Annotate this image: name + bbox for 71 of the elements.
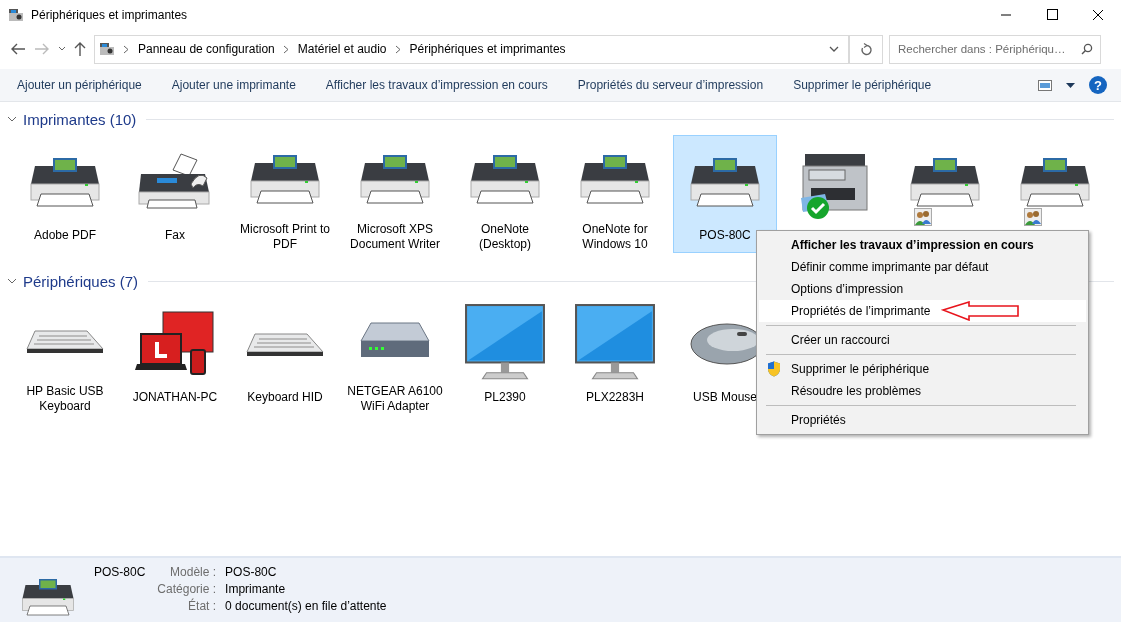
chevron-right-icon bbox=[123, 44, 130, 54]
search-field[interactable]: Rechercher dans : Périphériqu… bbox=[889, 34, 1101, 64]
view-options-icon[interactable] bbox=[1038, 79, 1052, 91]
computer-devices-icon bbox=[135, 310, 215, 378]
device-label: NETGEAR A6100 WiFi Adapter bbox=[346, 384, 444, 414]
device-tile[interactable]: HP Basic USB Keyboard bbox=[13, 297, 117, 415]
device-label: PL2390 bbox=[483, 390, 527, 405]
group-header[interactable]: Périphériques (7) bbox=[23, 272, 139, 290]
caret-down-icon[interactable] bbox=[1066, 82, 1075, 88]
menu-item[interactable]: Définir comme imprimante par défaut bbox=[759, 256, 1086, 278]
help-button[interactable]: ? bbox=[1089, 76, 1107, 94]
device-tile[interactable]: Microsoft Print to PDF bbox=[233, 135, 337, 253]
detail-label: Catégorie : bbox=[157, 582, 217, 596]
toolbar-command[interactable]: Afficher les travaux d’impression en cours bbox=[325, 78, 548, 92]
breadcrumb-item[interactable]: Matériel et audio bbox=[297, 42, 387, 56]
device-tile[interactable]: Fax bbox=[123, 135, 227, 253]
device-label: USB Mouse bbox=[692, 390, 758, 405]
device-label: Keyboard HID bbox=[246, 390, 324, 405]
detail-label: État : bbox=[187, 599, 217, 613]
device-tile[interactable]: Keyboard HID bbox=[233, 297, 337, 415]
detail-value: 0 document(s) en file d’attente bbox=[225, 599, 387, 613]
device-label: PLX2283H bbox=[584, 390, 645, 405]
device-tile[interactable]: OneNote (Desktop) bbox=[453, 135, 557, 253]
device-tile[interactable]: POS-80C bbox=[673, 135, 777, 253]
device-label: OneNote for Windows 10 bbox=[581, 222, 649, 252]
device-label: Adobe PDF bbox=[32, 228, 97, 243]
chevron-down-icon[interactable] bbox=[7, 276, 17, 286]
device-label: HP Basic USB Keyboard bbox=[25, 384, 105, 414]
device-label: Fax bbox=[164, 228, 186, 243]
device-label: Microsoft XPS Document Writer bbox=[349, 222, 441, 252]
chevron-down-icon[interactable] bbox=[58, 46, 66, 52]
device-label: OneNote (Desktop) bbox=[478, 222, 532, 252]
toolbar-command[interactable]: Ajouter un périphérique bbox=[17, 78, 142, 92]
search-icon bbox=[1081, 42, 1093, 55]
device-tile[interactable]: Microsoft XPS Document Writer bbox=[343, 135, 447, 253]
chevron-right-icon bbox=[282, 44, 290, 54]
menu-item[interactable]: Résoudre les problèmes bbox=[759, 380, 1086, 402]
device-label: POS-80C bbox=[698, 228, 752, 243]
device-tile[interactable]: PLX2283H bbox=[563, 297, 667, 415]
menu-item[interactable]: Propriétés de l’imprimante bbox=[759, 300, 1086, 322]
device-label: Microsoft Print to PDF bbox=[239, 222, 331, 252]
devices-printers-icon bbox=[99, 41, 115, 57]
menu-item[interactable]: Supprimer le périphérique bbox=[759, 358, 1086, 380]
window-title: Périphériques et imprimantes bbox=[31, 8, 188, 22]
device-tile[interactable]: PL2390 bbox=[453, 297, 557, 415]
device-tile[interactable]: NETGEAR A6100 WiFi Adapter bbox=[343, 297, 447, 415]
menu-item[interactable]: Options d’impression bbox=[759, 278, 1086, 300]
group-header[interactable]: Imprimantes (10) bbox=[23, 110, 137, 128]
address-bar[interactable]: Panneau de configuration Matériel et audio Périphériques et imprimantes bbox=[94, 34, 850, 64]
breadcrumb-item[interactable]: Panneau de configuration bbox=[138, 42, 275, 56]
toolbar-command[interactable]: Supprimer le périphérique bbox=[793, 78, 932, 92]
device-tile[interactable]: Adobe PDF bbox=[13, 135, 117, 253]
detail-value: Imprimante bbox=[225, 582, 287, 596]
device-tile[interactable]: JONATHAN-PC bbox=[123, 297, 227, 415]
menu-item[interactable]: Propriétés bbox=[759, 409, 1086, 431]
back-arrow-icon[interactable] bbox=[10, 42, 26, 56]
toolbar-command[interactable]: Propriétés du serveur d’impression bbox=[577, 78, 764, 92]
refresh-icon[interactable] bbox=[859, 42, 873, 56]
detail-label: Modèle : bbox=[169, 565, 217, 579]
breadcrumb-item[interactable]: Périphériques et imprimantes bbox=[409, 42, 566, 56]
menu-item[interactable]: Créer un raccourci bbox=[759, 329, 1086, 351]
device-label: JONATHAN-PC bbox=[131, 390, 219, 405]
device-name: POS-80C bbox=[94, 565, 146, 581]
toolbar-command[interactable]: Ajouter une imprimante bbox=[171, 78, 296, 92]
devices-printers-icon bbox=[8, 7, 24, 23]
detail-value: POS-80C bbox=[225, 565, 278, 579]
up-arrow-icon[interactable] bbox=[74, 41, 86, 57]
chevron-down-icon[interactable] bbox=[7, 114, 17, 124]
chevron-down-icon[interactable] bbox=[829, 46, 839, 52]
device-tile[interactable]: OneNote for Windows 10 bbox=[563, 135, 667, 253]
chevron-right-icon bbox=[394, 44, 402, 54]
